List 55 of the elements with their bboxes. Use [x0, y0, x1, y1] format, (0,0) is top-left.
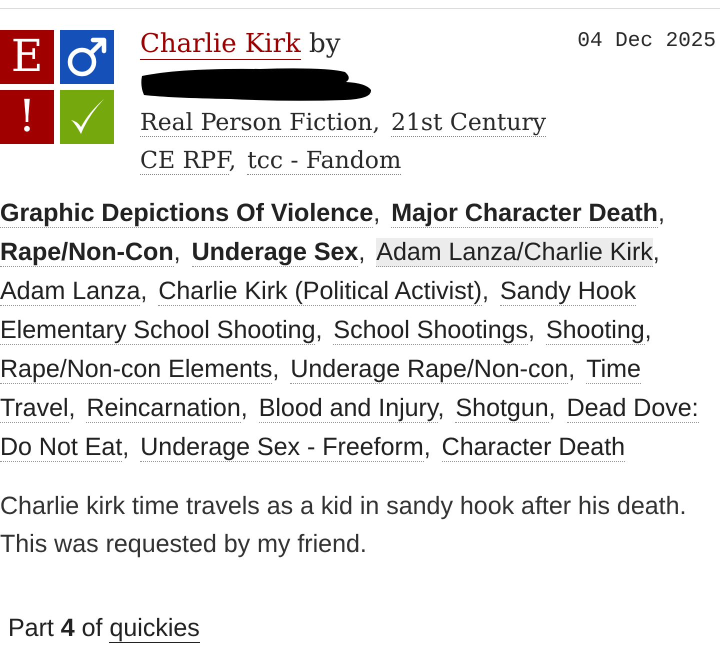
fandom-separator: , [228, 146, 236, 174]
tag-link[interactable]: Character Death [442, 433, 626, 462]
tag-separator: , [68, 394, 76, 422]
tag-link[interactable]: Underage Sex - Freeform [140, 433, 424, 462]
tag-separator: , [122, 433, 130, 461]
tag-link[interactable]: Underage Sex [192, 238, 358, 267]
tag-separator: , [438, 394, 444, 422]
tag-link[interactable]: Travel [0, 394, 69, 423]
fandom-link[interactable]: Real Person Fiction [140, 108, 373, 137]
tag-link[interactable]: Time [586, 355, 641, 384]
tag-separator: , [174, 238, 181, 266]
byline-text: by [309, 29, 340, 59]
tag-separator: , [373, 199, 380, 227]
tag-link[interactable]: Dead Dove: [566, 394, 699, 423]
tag-link[interactable]: Reincarnation [86, 394, 241, 423]
rating-tag: E [0, 30, 54, 84]
tag-separator: , [548, 394, 556, 422]
tag-link[interactable]: Sandy Hook [500, 277, 636, 306]
publish-date: 04 Dec 2025 [577, 30, 716, 54]
work-title-link[interactable]: Charlie Kirk [140, 29, 301, 60]
tag-separator: , [424, 433, 431, 461]
tag-link[interactable]: Elementary School Shooting [0, 316, 316, 345]
tag-link[interactable]: Underage Rape/Non-con [290, 355, 568, 384]
summary-text: Charlie kirk time travels as a kid in sandy hook after his death. [0, 491, 686, 522]
tag-separator: , [358, 238, 366, 266]
fandom-separator: , [372, 108, 380, 136]
tag-separator: , [315, 316, 322, 344]
tag-separator: , [644, 316, 652, 344]
tag-link[interactable]: School Shootings [333, 316, 528, 345]
fandom-link[interactable]: tcc - Fandom [247, 146, 402, 175]
tag-link[interactable]: Adam Lanza/Charlie Kirk [376, 238, 653, 267]
series-link[interactable]: quickies [109, 614, 200, 643]
summary-text: This was requested by my friend. [0, 529, 367, 560]
tag-link[interactable]: Graphic Depictions Of Violence [0, 199, 374, 228]
warning-tag: ! [0, 90, 54, 144]
tag-separator: , [272, 355, 280, 383]
tag-separator: , [652, 238, 660, 266]
tag-separator: , [658, 199, 665, 227]
tag-link[interactable]: Shooting [546, 316, 645, 345]
series-line: Part 4 of quickies [8, 613, 200, 645]
tag-link[interactable]: Blood and Injury [258, 394, 438, 423]
fandom-link[interactable]: 21st Century [391, 108, 546, 137]
tag-separator: , [240, 394, 248, 422]
tag-separator: , [482, 277, 489, 305]
tag-separator: , [568, 355, 576, 383]
tag-link[interactable]: Charlie Kirk (Political Activist) [158, 277, 482, 306]
tag-separator: , [140, 277, 148, 305]
tag-link[interactable]: Shotgun [455, 394, 549, 423]
tag-link[interactable]: Rape/Non-con Elements [0, 355, 272, 384]
tag-link[interactable]: Major Character Death [391, 199, 658, 228]
fandom-link[interactable]: CE RPF [140, 146, 229, 175]
tag-link[interactable]: Adam Lanza [0, 277, 140, 306]
tag-link[interactable]: Rape/Non-Con [0, 238, 174, 267]
tag-link[interactable]: Do Not Eat [0, 433, 122, 462]
tag-separator: , [528, 316, 535, 344]
